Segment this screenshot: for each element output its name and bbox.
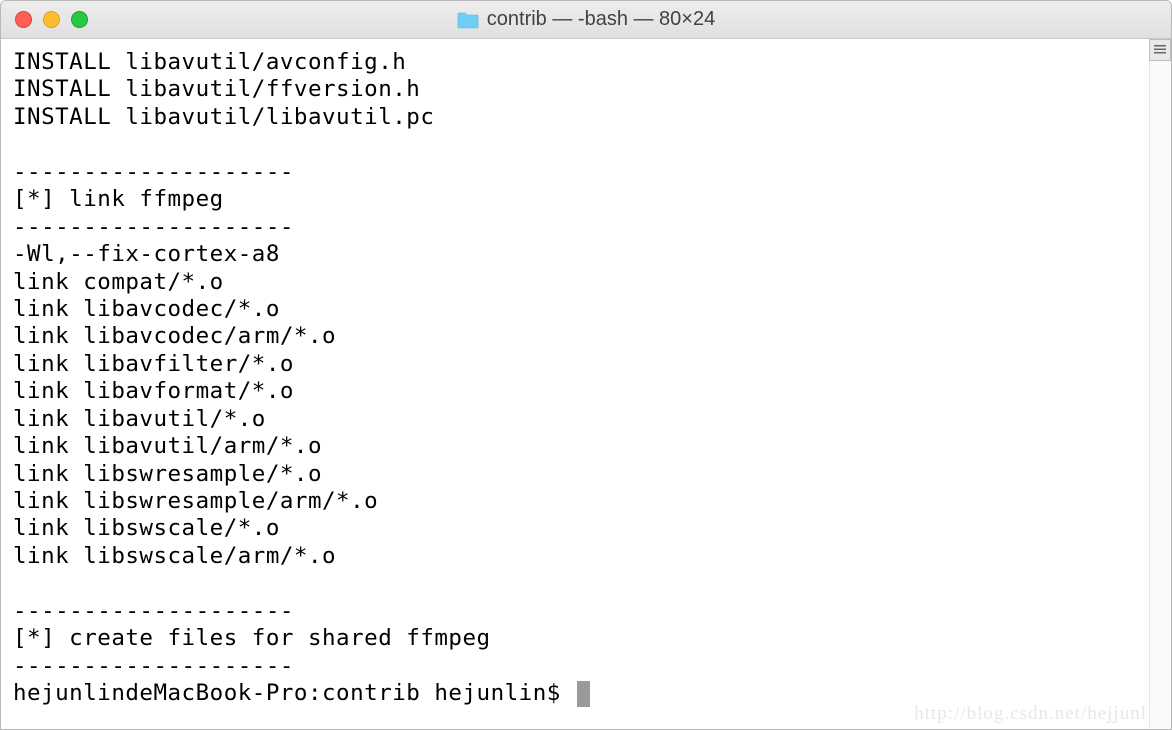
- terminal-output: INSTALL libavutil/avconfig.h INSTALL lib…: [13, 49, 491, 679]
- scroll-indicator-icon[interactable]: [1149, 39, 1171, 61]
- terminal-window: contrib — -bash — 80×24 INSTALL libavuti…: [0, 0, 1172, 730]
- title-center: contrib — -bash — 80×24: [1, 8, 1171, 31]
- prompt-line: hejunlindeMacBook-Pro:contrib hejunlin$: [13, 680, 1145, 707]
- close-button[interactable]: [15, 11, 32, 28]
- titlebar[interactable]: contrib — -bash — 80×24: [1, 1, 1171, 39]
- terminal-body: INSTALL libavutil/avconfig.h INSTALL lib…: [1, 39, 1171, 729]
- window-controls: [1, 11, 88, 28]
- scrollbar[interactable]: [1149, 39, 1171, 729]
- cursor: [577, 681, 590, 707]
- prompt-text: hejunlindeMacBook-Pro:contrib hejunlin$: [13, 680, 575, 707]
- window-title: contrib — -bash — 80×24: [487, 8, 715, 31]
- terminal-content[interactable]: INSTALL libavutil/avconfig.h INSTALL lib…: [1, 39, 1149, 729]
- maximize-button[interactable]: [71, 11, 88, 28]
- folder-icon: [457, 11, 479, 29]
- minimize-button[interactable]: [43, 11, 60, 28]
